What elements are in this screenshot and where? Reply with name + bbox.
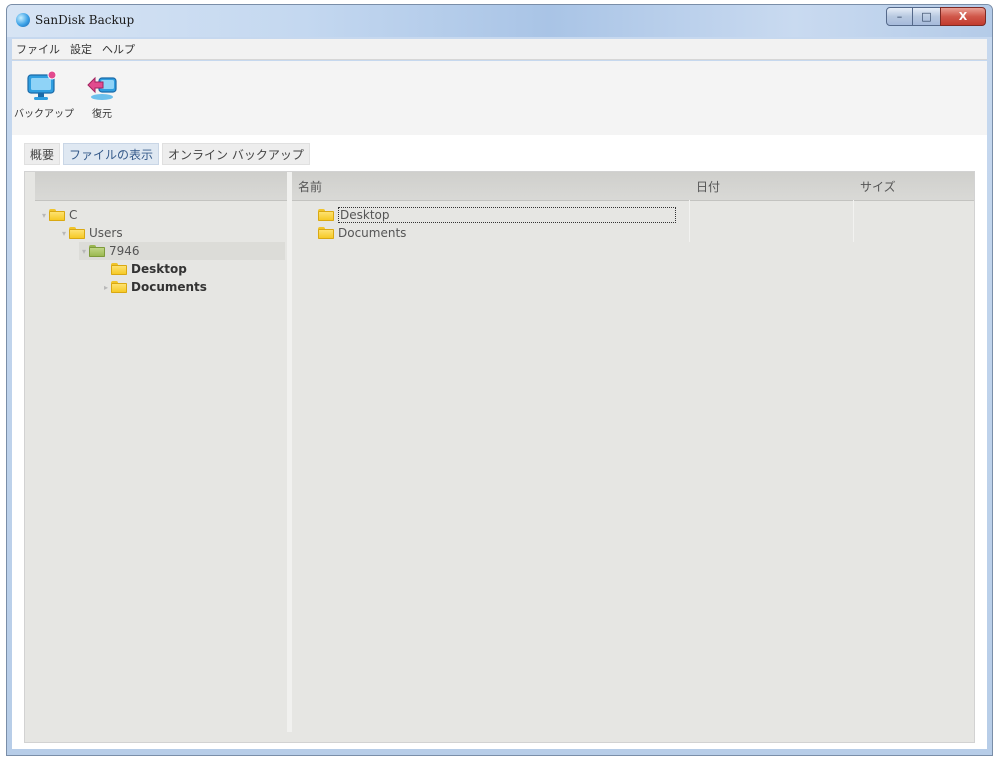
toolbar: バックアップ 復元 [12, 61, 987, 135]
restore-button[interactable]: 復元 [74, 69, 130, 120]
file-browser-panel: ▾ C ▾ Users ▾ 7946 Desktop ▸ Documents 名… [24, 171, 975, 743]
tree-node-label: Documents [131, 280, 207, 294]
user-folder-icon [89, 245, 105, 257]
collapse-icon[interactable]: ▾ [59, 229, 69, 238]
backup-monitor-icon [25, 69, 59, 103]
maximize-button[interactable]: □ [913, 7, 940, 26]
restore-arrow-icon [85, 69, 119, 103]
tree-node-label: Desktop [131, 262, 187, 276]
restore-label: 復元 [92, 109, 112, 120]
column-size[interactable]: サイズ [860, 178, 896, 195]
folder-icon [318, 208, 334, 221]
menu-help[interactable]: ヘルプ [102, 41, 135, 57]
folder-icon [49, 209, 65, 221]
column-name[interactable]: 名前 [298, 178, 322, 195]
menu-settings[interactable]: 設定 [70, 41, 92, 57]
tree-node-users[interactable]: ▾ Users [59, 224, 123, 242]
tree-node-label: Users [89, 226, 123, 240]
folder-tree-pane[interactable]: ▾ C ▾ Users ▾ 7946 Desktop ▸ Documents [35, 172, 287, 732]
main-content: 概要 ファイルの表示 オンライン バックアップ ▾ C ▾ Users ▾ 79… [12, 135, 987, 749]
column-separator [689, 200, 690, 242]
tree-node-label: 7946 [109, 244, 140, 258]
tree-header [35, 172, 287, 201]
folder-icon [111, 281, 127, 293]
window-title: SanDisk Backup [35, 13, 135, 27]
tab-overview[interactable]: 概要 [24, 143, 61, 165]
collapse-icon[interactable]: ▾ [39, 211, 49, 220]
tab-file-view[interactable]: ファイルの表示 [63, 143, 160, 165]
menu-file[interactable]: ファイル [16, 41, 60, 57]
tree-node-7946[interactable]: ▾ 7946 [79, 242, 285, 260]
file-list-pane[interactable]: 名前 日付 サイズ Desktop Documents [292, 172, 974, 732]
app-window: SanDisk Backup – □ X ファイル 設定 ヘルプ バックアップ [6, 4, 993, 756]
tree-node-documents[interactable]: ▸ Documents [101, 278, 207, 296]
file-name: Documents [338, 225, 407, 240]
tab-online-backup[interactable]: オンライン バックアップ [162, 143, 310, 165]
collapse-icon[interactable]: ▾ [79, 247, 89, 256]
file-name: Desktop [338, 206, 676, 223]
column-separator [853, 200, 854, 242]
folder-icon [318, 226, 334, 239]
caption-buttons: – □ X [886, 7, 986, 27]
file-list-header: 名前 日付 サイズ [292, 172, 974, 201]
tree-node-c[interactable]: ▾ C [39, 206, 77, 224]
folder-icon [69, 227, 85, 239]
file-row-desktop[interactable]: Desktop [318, 206, 676, 223]
column-date[interactable]: 日付 [696, 178, 720, 195]
backup-button[interactable]: バックアップ [14, 69, 74, 120]
sandisk-app-icon [16, 13, 30, 27]
folder-icon [111, 263, 127, 275]
view-tabs: 概要 ファイルの表示 オンライン バックアップ [24, 143, 313, 165]
close-button[interactable]: X [940, 7, 986, 26]
menu-bar: ファイル 設定 ヘルプ [12, 39, 987, 60]
backup-label: バックアップ [14, 109, 74, 120]
expand-icon[interactable]: ▸ [101, 283, 111, 292]
title-bar[interactable]: SanDisk Backup – □ X [7, 5, 992, 37]
tree-node-desktop[interactable]: Desktop [111, 260, 187, 278]
tree-node-label: C [69, 208, 78, 222]
file-row-documents[interactable]: Documents [318, 224, 406, 241]
minimize-button[interactable]: – [886, 7, 913, 26]
